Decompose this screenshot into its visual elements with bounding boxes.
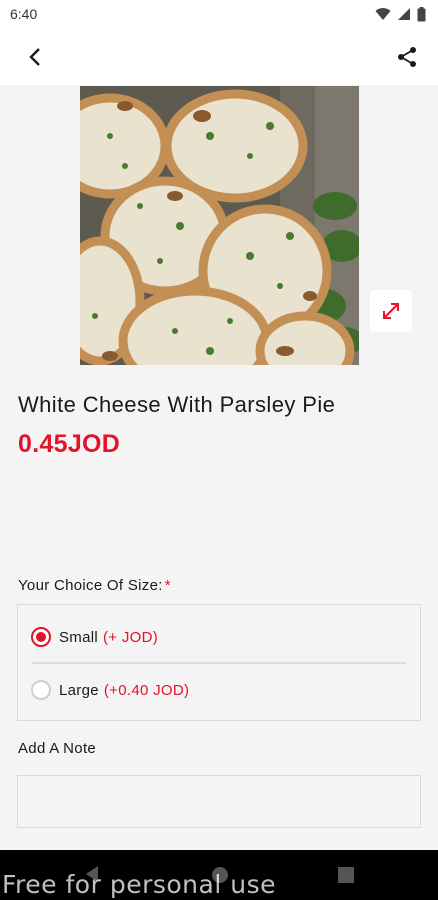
watermark-text: Free for personal use bbox=[2, 870, 276, 899]
option-extra-price: (+0.40 JOD) bbox=[103, 681, 190, 699]
size-option-large[interactable]: Large (+0.40 JOD) bbox=[18, 662, 420, 718]
nav-recents-icon[interactable] bbox=[338, 867, 354, 883]
size-options: Small (+ JOD) Large (+0.40 JOD) bbox=[17, 604, 421, 721]
share-icon bbox=[398, 46, 416, 67]
note-label: Add A Note bbox=[18, 740, 97, 757]
option-name: Small bbox=[59, 628, 99, 646]
app-bar bbox=[0, 28, 438, 85]
expand-icon bbox=[383, 303, 399, 319]
fullscreen-button[interactable] bbox=[370, 290, 412, 332]
product-title: White Cheese With Parsley Pie bbox=[18, 392, 336, 417]
pie-photo bbox=[80, 86, 359, 365]
size-label-text: Your Choice Of Size: bbox=[18, 577, 163, 594]
option-name: Large bbox=[59, 681, 99, 699]
size-section-label: Your Choice Of Size: * bbox=[18, 577, 171, 594]
status-bar: 6:40 bbox=[0, 0, 438, 28]
radio-selected-icon[interactable] bbox=[31, 627, 51, 647]
signal-icon bbox=[398, 8, 410, 20]
note-input[interactable] bbox=[17, 775, 421, 828]
option-extra-price: (+ JOD) bbox=[103, 628, 159, 646]
back-arrow-icon bbox=[29, 47, 40, 66]
required-marker: * bbox=[164, 577, 171, 594]
product-price: 0.45JOD bbox=[18, 430, 121, 458]
status-time: 6:40 bbox=[10, 6, 38, 22]
back-button[interactable] bbox=[18, 40, 52, 74]
product-image[interactable] bbox=[80, 86, 359, 365]
status-icons bbox=[375, 6, 426, 22]
radio-unselected-icon[interactable] bbox=[31, 680, 51, 700]
size-option-small[interactable]: Small (+ JOD) bbox=[18, 609, 420, 665]
battery-icon bbox=[417, 6, 426, 21]
share-button[interactable] bbox=[390, 40, 424, 74]
wifi-icon bbox=[375, 8, 391, 20]
